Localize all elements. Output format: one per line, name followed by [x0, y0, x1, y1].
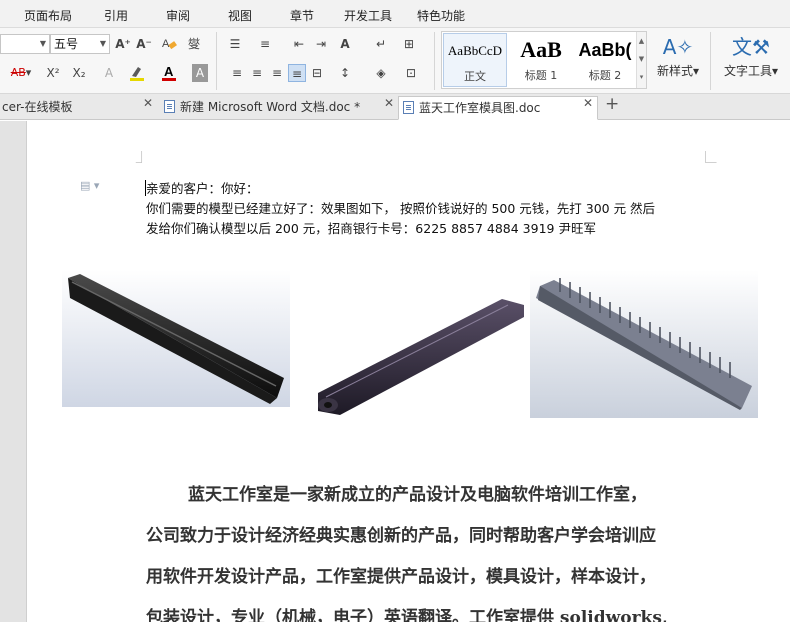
font-size-value: 五号	[54, 37, 79, 51]
letter-paragraph: 亲爱的客户：你好： 你们需要的模型已经建立好了：效果图如下， 按照价钱说好的 5…	[146, 179, 716, 239]
style-preview: AaBbCcD	[447, 43, 503, 58]
menu-chapter[interactable]: 章节	[290, 7, 314, 24]
justify-icon[interactable]: ≡	[288, 64, 306, 82]
text-tools-icon: 文⚒	[732, 35, 770, 59]
font-name-field[interactable]: ▼	[0, 34, 50, 54]
style-heading-1[interactable]: AaB 标题 1	[509, 33, 573, 87]
new-style-icon: A✧	[662, 35, 694, 59]
tab-label: cer-在线模板	[2, 100, 73, 114]
new-style-button[interactable]: A✧ 新样式▾	[652, 32, 704, 79]
mold-render-image-3[interactable]	[530, 270, 758, 418]
shrink-font-button[interactable]: A⁻	[135, 35, 153, 53]
intro-line-2: 公司致力于设计经济经典实惠创新的产品，同时帮助客户学会培训应	[146, 526, 656, 546]
crop-mark	[135, 151, 142, 163]
strike-label: AB	[10, 66, 26, 79]
font-size-field[interactable]: 五号 ▼	[50, 34, 110, 54]
eraser-icon[interactable]: A	[160, 35, 178, 53]
letter-line-2: 你们需要的模型已经建立好了：效果图如下， 按照价钱说好的 500 元钱，先打 3…	[146, 201, 656, 216]
chevron-down-icon: ▼	[99, 39, 106, 48]
style-normal[interactable]: AaBbCcD 正文	[443, 33, 507, 87]
close-icon[interactable]: ✕	[143, 96, 153, 110]
font-color-icon[interactable]: A	[160, 64, 178, 82]
text-tools-label: 文字工具	[723, 64, 772, 78]
highlight-icon[interactable]	[128, 64, 146, 82]
char-shading-icon[interactable]: A	[192, 64, 208, 82]
mold-render-image-1[interactable]	[62, 270, 290, 407]
borders-icon[interactable]: ⊡	[402, 64, 420, 82]
subscript-button[interactable]: X₂	[70, 64, 88, 82]
style-gallery: AaBbCcD 正文 AaB 标题 1 AaBb( 标题 2 ▲ ▼ ▾	[441, 31, 647, 89]
document-icon	[164, 100, 175, 113]
menu-review[interactable]: 审阅	[166, 7, 190, 24]
menu-page-layout[interactable]: 页面布局	[24, 7, 72, 24]
intro-line-3: 用软件开发设计产品，工作室提供产品设计，模具设计，样本设计，	[146, 567, 656, 587]
align-center-icon[interactable]: ≡	[248, 64, 266, 82]
decrease-indent-icon[interactable]: ⇤	[290, 35, 308, 53]
style-name: 标题 2	[588, 69, 622, 82]
document-icon	[403, 101, 414, 114]
numbered-list-icon[interactable]: ≡	[256, 35, 274, 53]
crop-mark	[705, 151, 717, 163]
ribbon-toolbar: ▼ 五号 ▼ A⁺ A⁻ A 燮 AB▾ X² X₂ A A A ☰ ≡ ⇤ ⇥ …	[0, 28, 790, 94]
chinese-layout-icon[interactable]: A	[336, 35, 354, 53]
menu-special-features[interactable]: 特色功能	[417, 7, 465, 24]
style-preview: AaB	[520, 37, 562, 62]
tab-online-template[interactable]: cer-在线模板	[0, 96, 156, 120]
gallery-scrollbar[interactable]: ▲ ▼ ▾	[636, 32, 646, 88]
letter-greeting: 亲爱的客户：你好：	[146, 181, 259, 196]
superscript-button[interactable]: X²	[44, 64, 62, 82]
menu-bar: 页面布局 引用 审阅 视图 章节 开发工具 特色功能	[0, 0, 790, 28]
distributed-icon[interactable]: ⊟	[308, 64, 326, 82]
company-intro-paragraph: 蓝天工作室是一家新成立的产品设计及电脑软件培训工作室， 公司致力于设计经济经典实…	[146, 475, 706, 622]
letter-line-3: 发给你们确认模型以后 200 元，招商银行卡号：6225 8857 4884 3…	[146, 221, 596, 236]
close-icon[interactable]: ✕	[384, 96, 394, 110]
tab-label: 蓝天工作室模具图.doc	[419, 101, 541, 115]
style-name: 正文	[464, 70, 486, 83]
strikethrough-button[interactable]: AB▾	[0, 64, 42, 82]
style-preview: AaBb(	[578, 40, 632, 60]
tab-new-word-doc[interactable]: 新建 Microsoft Word 文档.doc *	[162, 96, 388, 120]
phonetic-guide-button[interactable]: 燮	[182, 35, 206, 53]
document-tab-bar: cer-在线模板 ✕ 新建 Microsoft Word 文档.doc * ✕ …	[0, 94, 790, 120]
ribbon-separator	[216, 32, 217, 90]
intro-line-4: 包装设计，专业（机械，电子）英语翻译。工作室提供 solidworks,	[146, 608, 668, 622]
text-tools-button[interactable]: 文⚒ 文字工具▾	[718, 32, 784, 79]
svg-text:A: A	[162, 38, 170, 50]
svg-text:A: A	[164, 64, 174, 79]
line-spacing-icon[interactable]: ↕	[336, 64, 354, 82]
bullet-list-icon[interactable]: ☰	[226, 35, 244, 53]
menu-view[interactable]: 视图	[228, 7, 252, 24]
table-icon[interactable]: ⊞	[400, 35, 418, 53]
paint-bucket-icon[interactable]: ◈	[372, 64, 390, 82]
ribbon-separator	[710, 32, 711, 90]
paragraph-handle-icon[interactable]: ▤ ▾	[80, 179, 99, 192]
tab-lantian-mold-drawing[interactable]: 蓝天工作室模具图.doc	[398, 96, 598, 120]
new-style-label: 新样式	[656, 64, 693, 78]
close-icon[interactable]: ✕	[583, 96, 593, 110]
text-effect-icon[interactable]: A	[100, 64, 118, 82]
grow-font-button[interactable]: A⁺	[114, 35, 132, 53]
document-workspace: ▤ ▾ 亲爱的客户：你好： 你们需要的模型已经建立好了：效果图如下， 按照价钱说…	[0, 121, 790, 622]
style-name: 标题 1	[524, 69, 558, 82]
increase-indent-icon[interactable]: ⇥	[312, 35, 330, 53]
chevron-down-icon: ▾	[692, 64, 700, 78]
new-tab-button[interactable]: +	[605, 94, 619, 114]
show-marks-icon[interactable]: ↵	[372, 35, 390, 53]
chevron-down-icon: ▾	[771, 64, 779, 78]
style-heading-2[interactable]: AaBb( 标题 2	[573, 33, 637, 87]
menu-developer-tools[interactable]: 开发工具	[344, 7, 392, 24]
ribbon-separator	[434, 32, 435, 90]
document-page[interactable]: ▤ ▾ 亲爱的客户：你好： 你们需要的模型已经建立好了：效果图如下， 按照价钱说…	[26, 121, 790, 622]
menu-references[interactable]: 引用	[104, 7, 128, 24]
mold-render-image-2[interactable]	[312, 293, 530, 423]
align-right-icon[interactable]: ≡	[268, 64, 286, 82]
align-left-icon[interactable]: ≡	[228, 64, 246, 82]
intro-line-1: 蓝天工作室是一家新成立的产品设计及电脑软件培训工作室，	[188, 485, 647, 505]
tab-label: 新建 Microsoft Word 文档.doc *	[180, 100, 361, 114]
chevron-down-icon: ▼	[39, 39, 46, 48]
